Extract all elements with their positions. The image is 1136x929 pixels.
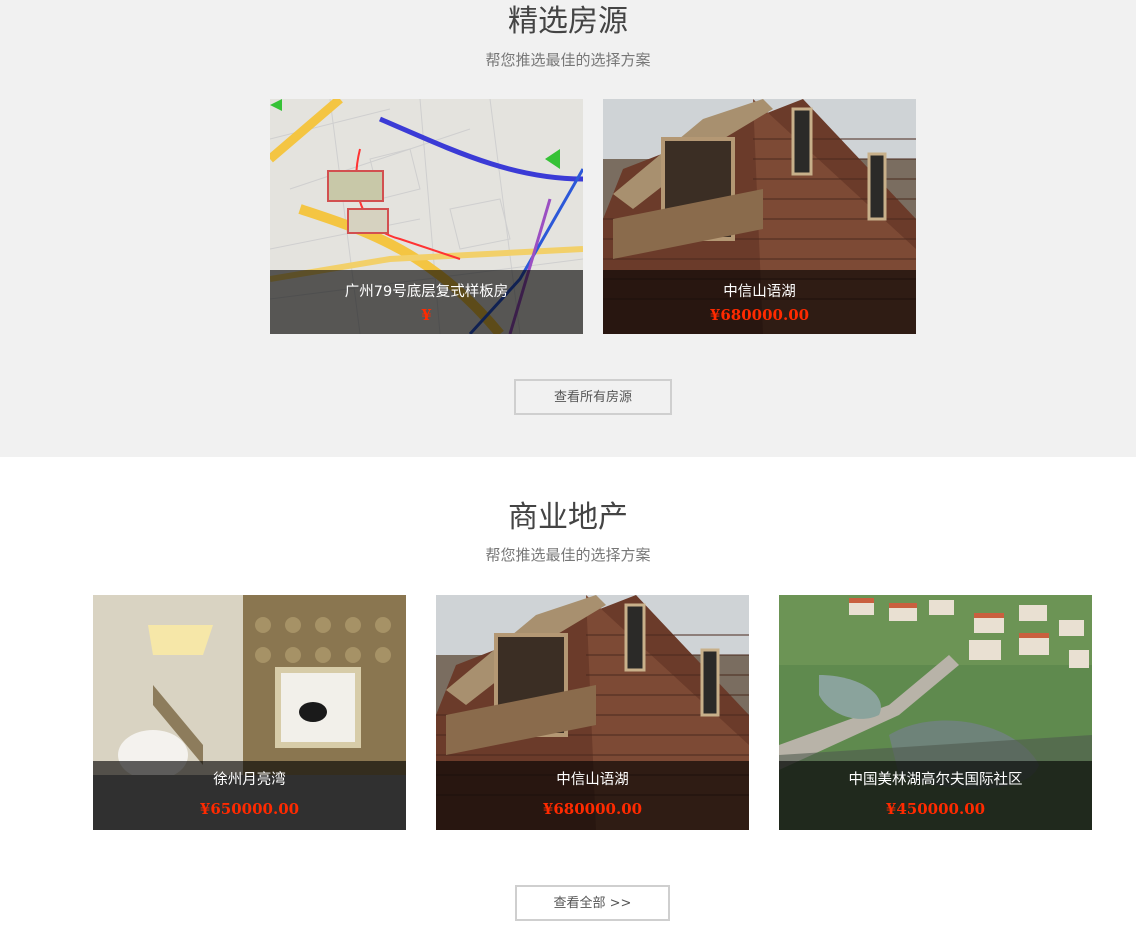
property-card[interactable]: 徐州月亮湾 ¥650000.00 <box>93 595 406 830</box>
property-price: ¥650000.00 <box>199 800 300 818</box>
property-price: ¥680000.00 <box>542 800 643 818</box>
property-card[interactable]: 中信山语湖 ¥680000.00 <box>436 595 749 830</box>
property-name[interactable]: 徐州月亮湾 <box>93 770 406 790</box>
property-price: ¥680000.00 <box>709 306 810 324</box>
featured-section: 精选房源 帮您推选最佳的选择方案 广州79号底层复式样板房 ¥ 中信山语湖 ¥6… <box>0 0 1136 457</box>
view-all-button[interactable]: 查看全部 >> <box>515 885 670 921</box>
property-card[interactable]: 中信山语湖 ¥680000.00 <box>603 99 916 334</box>
section-subtitle: 帮您推选最佳的选择方案 <box>485 51 651 69</box>
property-price: ¥ <box>421 306 432 324</box>
section-subtitle: 帮您推选最佳的选择方案 <box>485 546 651 564</box>
property-name[interactable]: 中信山语湖 <box>436 770 749 790</box>
property-name[interactable]: 广州79号底层复式样板房 <box>270 282 583 302</box>
view-all-listings-button[interactable]: 查看所有房源 <box>514 379 672 415</box>
property-card[interactable]: 广州79号底层复式样板房 ¥ <box>270 99 583 334</box>
property-name[interactable]: 中国美林湖高尔夫国际社区 <box>779 770 1092 790</box>
property-price: ¥450000.00 <box>885 800 986 818</box>
section-title: 商业地产 <box>508 500 628 535</box>
property-card[interactable]: 中国美林湖高尔夫国际社区 ¥450000.00 <box>779 595 1092 830</box>
property-name[interactable]: 中信山语湖 <box>603 282 916 302</box>
commercial-section: 商业地产 帮您推选最佳的选择方案 徐州月亮湾 ¥650000.00 中信山语湖 … <box>0 457 1136 929</box>
section-title: 精选房源 <box>508 4 628 39</box>
